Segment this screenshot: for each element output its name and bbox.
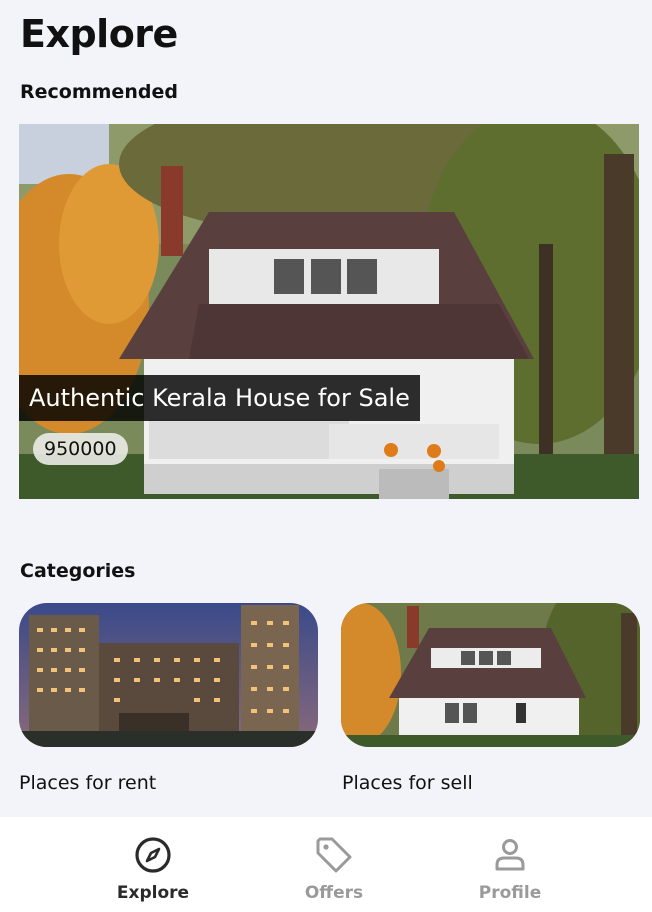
category-card-sell[interactable] bbox=[341, 603, 640, 747]
bottom-nav: Explore Offers Profile bbox=[0, 817, 652, 912]
nav-label-profile: Profile bbox=[478, 883, 542, 903]
nav-item-offers[interactable]: Offers bbox=[274, 817, 394, 912]
price-badge: 950000 bbox=[33, 433, 128, 465]
nav-label-explore: Explore bbox=[116, 883, 190, 903]
house-photo bbox=[341, 603, 640, 747]
person-icon bbox=[495, 839, 525, 871]
category-label-rent: Places for rent bbox=[19, 772, 157, 794]
compass-icon bbox=[135, 837, 171, 873]
recommended-heading: Recommended bbox=[20, 81, 178, 103]
nav-label-offers: Offers bbox=[304, 883, 364, 903]
nav-item-profile[interactable]: Profile bbox=[450, 817, 570, 912]
tag-icon bbox=[316, 837, 352, 873]
apartment-building-photo bbox=[19, 603, 318, 747]
nav-item-explore[interactable]: Explore bbox=[93, 817, 213, 912]
recommended-card[interactable]: Authentic Kerala House for Sale 950000 bbox=[19, 124, 639, 499]
listing-title: Authentic Kerala House for Sale bbox=[19, 375, 420, 421]
category-label-sell: Places for sell bbox=[342, 772, 473, 794]
page-title: Explore bbox=[20, 12, 178, 56]
category-card-rent[interactable] bbox=[19, 603, 318, 747]
categories-heading: Categories bbox=[20, 560, 136, 582]
